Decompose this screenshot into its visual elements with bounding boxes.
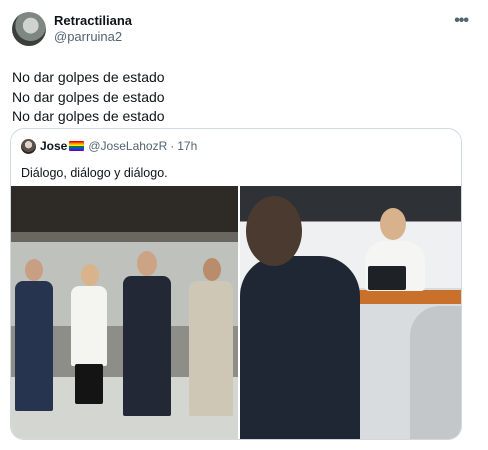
tweet[interactable]: Retractiliana @parruina2 ••• No dar golp… xyxy=(0,0,488,450)
quoted-handle[interactable]: @JoseLahozR xyxy=(88,139,167,153)
photo-meeting[interactable] xyxy=(240,186,461,439)
quoted-tweet[interactable]: Jose @JoseLahozR · 17h Diálogo, diálogo … xyxy=(10,128,462,440)
media-grid xyxy=(11,186,461,439)
tweet-line: No dar golpes de estado xyxy=(12,88,165,105)
user-handle[interactable]: @parruina2 xyxy=(54,29,132,45)
tweet-text: No dar golpes de estado No dar golpes de… xyxy=(12,68,476,127)
more-horizontal-icon[interactable]: ••• xyxy=(454,12,469,30)
author-block: Retractiliana @parruina2 xyxy=(54,10,132,45)
display-name[interactable]: Retractiliana xyxy=(54,13,132,29)
avatar[interactable] xyxy=(12,12,46,46)
quoted-display-name[interactable]: Jose xyxy=(40,139,67,153)
rainbow-flag-icon xyxy=(69,141,85,151)
tweet-line: No dar golpes de estado xyxy=(12,108,165,124)
separator-dot: · xyxy=(170,139,175,153)
quoted-avatar[interactable] xyxy=(21,138,36,154)
tweet-line: No dar golpes de estado xyxy=(12,69,165,85)
quoted-tweet-header: Jose @JoseLahozR · 17h xyxy=(21,137,461,155)
quoted-timestamp[interactable]: 17h xyxy=(177,139,197,153)
photo-group-walking[interactable] xyxy=(11,186,238,439)
quoted-tweet-text: Diálogo, diálogo y diálogo. xyxy=(21,166,168,180)
tweet-header: Retractiliana @parruina2 xyxy=(12,10,476,50)
